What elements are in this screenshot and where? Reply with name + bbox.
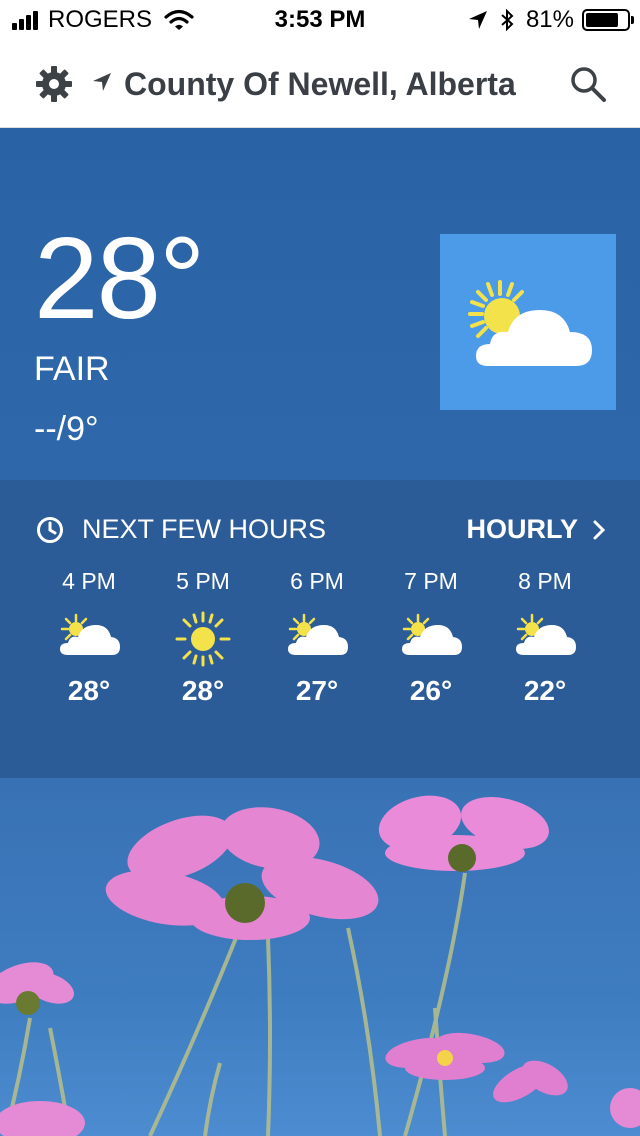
hour-temp: 27°: [295, 675, 339, 706]
hourly-link-label: HOURLY: [466, 514, 578, 544]
bluetooth-icon: [501, 9, 514, 31]
hour-time: 8 PM: [518, 568, 572, 594]
current-temperature: 28°: [34, 213, 205, 343]
status-right: 81%: [468, 6, 634, 34]
high-low-temperature: --/9°: [34, 410, 99, 448]
hour-item[interactable]: 7 PM 26°: [374, 568, 488, 707]
hourly-link[interactable]: HOURLY: [466, 514, 606, 545]
location-services-icon: [468, 11, 487, 29]
hour-item[interactable]: 5 PM 28°: [146, 568, 260, 707]
hour-time: 5 PM: [176, 568, 230, 594]
hourly-list: 4 PM 28° 5 PM 28° 6 PM 27° 7 PM 26° 8 PM…: [32, 568, 612, 707]
hourly-forecast-panel: NEXT FEW HOURS HOURLY 4 PM 28° 5 PM 28° …: [0, 480, 640, 778]
status-bar: ROGERS 3:53 PM 81%: [0, 0, 640, 40]
app-header: County Of Newell, Alberta: [0, 40, 640, 128]
hour-temp: 26°: [409, 675, 453, 706]
search-icon[interactable]: [568, 64, 608, 104]
background-photo: [0, 778, 640, 1136]
partly-sunny-icon: [516, 613, 576, 655]
battery-percent: 81%: [525, 6, 574, 33]
chevron-right-icon: [593, 520, 606, 539]
battery-icon: [582, 9, 634, 31]
flower-illustration: [0, 795, 640, 1136]
hour-item[interactable]: 4 PM 28°: [32, 568, 146, 707]
location-title[interactable]: County Of Newell, Alberta: [124, 66, 516, 103]
settings-gear-icon[interactable]: [34, 64, 74, 104]
hourly-title: NEXT FEW HOURS: [82, 514, 327, 544]
clock-icon: [37, 516, 63, 543]
location-arrow-icon: [93, 73, 111, 91]
hourly-header: NEXT FEW HOURS: [36, 514, 326, 545]
hour-item[interactable]: 8 PM 22°: [488, 568, 602, 707]
hour-temp: 28°: [67, 675, 111, 706]
partly-sunny-icon: [60, 613, 120, 655]
partly-sunny-icon: [468, 280, 592, 366]
current-condition: FAIR: [34, 350, 110, 388]
partly-sunny-icon: [402, 613, 462, 655]
sunny-icon: [175, 611, 231, 667]
partly-sunny-icon: [288, 613, 348, 655]
current-weather-tile: [440, 234, 616, 410]
hour-item[interactable]: 6 PM 27°: [260, 568, 374, 707]
hour-time: 4 PM: [62, 568, 116, 594]
hour-temp: 28°: [181, 675, 225, 706]
hour-time: 6 PM: [290, 568, 344, 594]
hour-temp: 22°: [523, 675, 567, 706]
hour-time: 7 PM: [404, 568, 458, 594]
battery-fill: [586, 13, 619, 27]
current-conditions: 28° FAIR --/9°: [0, 128, 640, 480]
